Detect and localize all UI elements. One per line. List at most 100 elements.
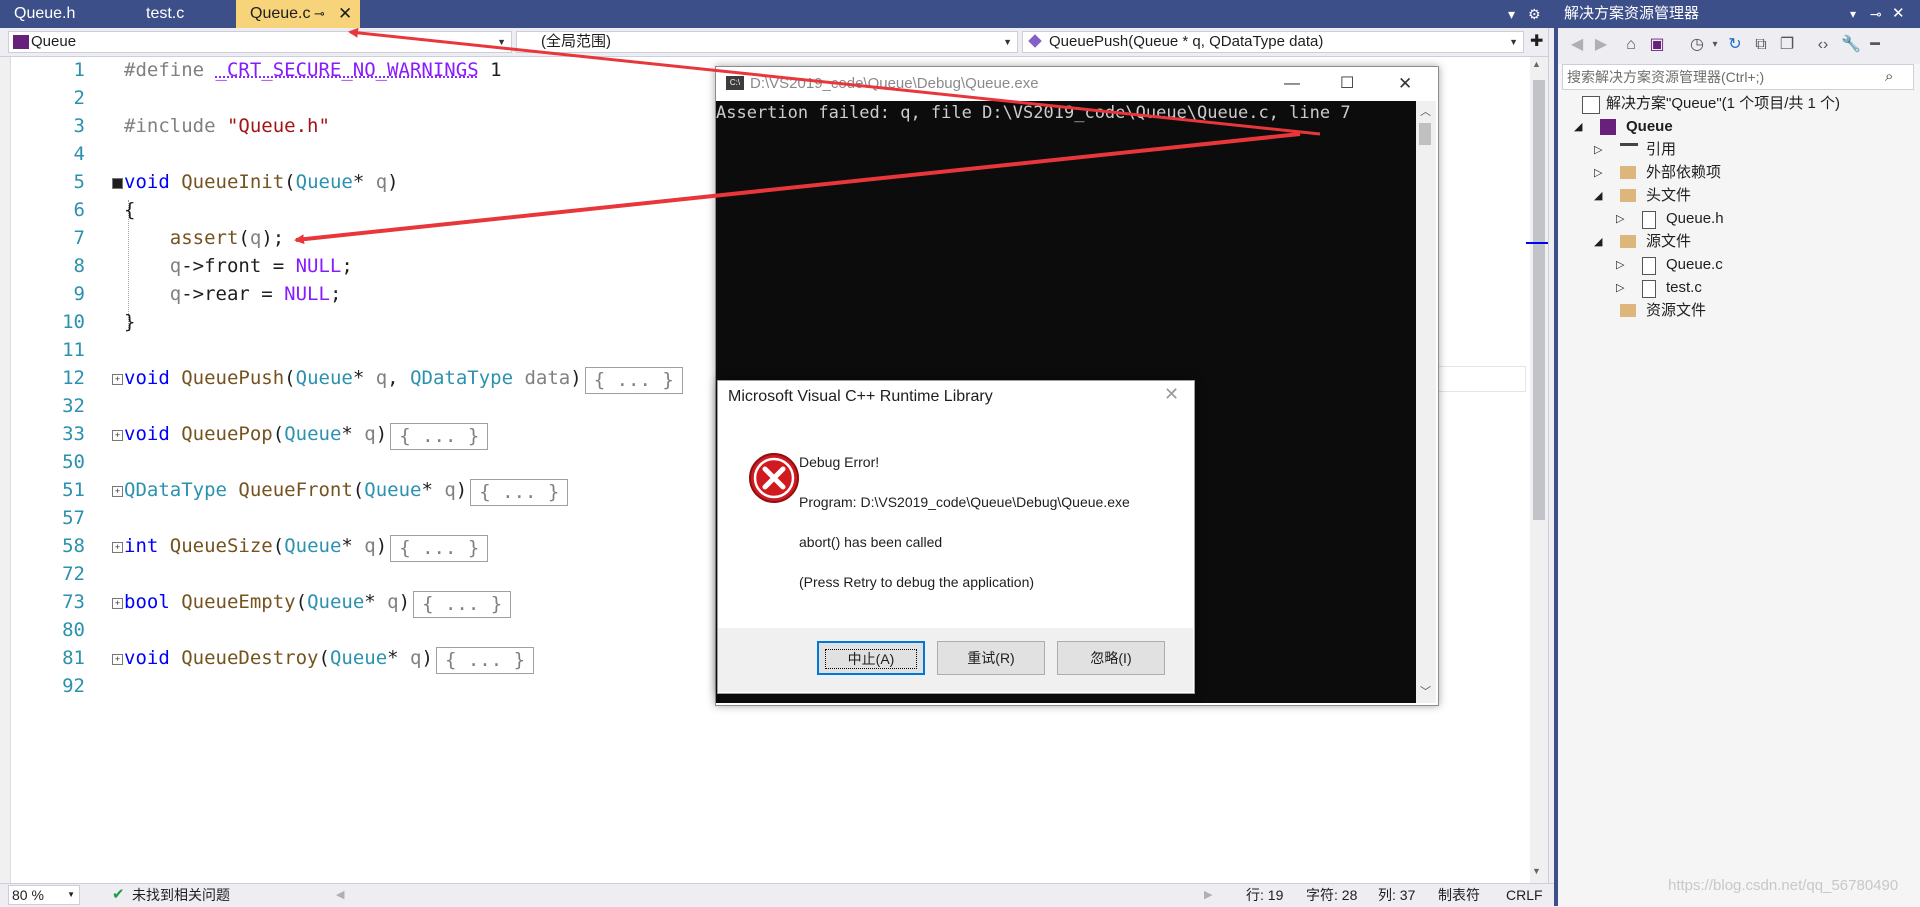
collapsed-triangle-icon[interactable]: ▷ — [1616, 208, 1624, 230]
tree-item-queue-c[interactable]: ▷ Queue.c — [1616, 254, 1723, 276]
pin-icon[interactable]: ⊸ — [1870, 0, 1882, 28]
gear-icon[interactable]: ⚙ — [1528, 0, 1541, 28]
tree-item-queue-h[interactable]: ▷ Queue.h — [1616, 208, 1724, 230]
fold-toggle[interactable]: + — [112, 654, 123, 665]
tree-item-test-c[interactable]: ▷ test.c — [1616, 277, 1702, 299]
tree-item-references[interactable]: ▷ 引用 — [1594, 139, 1676, 161]
collapsed-block[interactable]: { ... } — [390, 535, 489, 562]
project-dropdown[interactable]: Queue ▼ — [8, 31, 512, 53]
line-number: 11 — [62, 339, 85, 361]
collapsed-triangle-icon[interactable]: ▷ — [1616, 254, 1624, 276]
close-icon[interactable]: ✕ — [338, 0, 352, 28]
tree-item-header-files[interactable]: ◢ 头文件 — [1594, 185, 1691, 207]
code-line[interactable]: void QueuePush(Queue* q, QDataType data)… — [124, 367, 683, 394]
properties-icon[interactable]: 🔧 — [1840, 34, 1862, 56]
collapsed-triangle-icon[interactable]: ▷ — [1616, 277, 1624, 299]
eol-indicator[interactable]: CRLF — [1506, 884, 1543, 906]
code-line[interactable]: q->front = NULL; — [124, 255, 353, 277]
method-icon — [1028, 34, 1042, 48]
switch-views-icon[interactable]: ▣ — [1646, 34, 1668, 56]
pin-icon[interactable]: ⊸ — [314, 0, 325, 28]
expanded-triangle-icon[interactable]: ◢ — [1594, 185, 1602, 207]
maximize-icon[interactable]: ☐ — [1340, 67, 1354, 101]
collapsed-block[interactable]: { ... } — [470, 479, 569, 506]
file-c-icon — [1642, 280, 1656, 298]
tab-queue-c[interactable]: Queue.c ⊸ ✕ — [236, 0, 360, 28]
scope-dropdown[interactable]: (全局范围) ▼ — [516, 31, 1018, 53]
dropdown-icon[interactable]: ▾ — [1850, 0, 1856, 28]
code-line[interactable]: assert(q); — [124, 227, 284, 249]
code-line[interactable]: void QueueDestroy(Queue* q){ ... } — [124, 647, 535, 674]
collapsed-triangle-icon[interactable]: ▷ — [1594, 139, 1602, 161]
code-line[interactable]: #include "Queue.h" — [124, 115, 330, 137]
scroll-up-icon[interactable]: ▲ — [1532, 59, 1541, 69]
code-line[interactable]: QDataType QueueFront(Queue* q){ ... } — [124, 479, 569, 506]
back-icon[interactable]: ◀ — [1566, 34, 1588, 56]
code-line[interactable]: int QueueSize(Queue* q){ ... } — [124, 535, 489, 562]
tree-item-solution[interactable]: 解决方案"Queue"(1 个项目/共 1 个) — [1582, 93, 1840, 115]
zoom-dropdown[interactable]: 80 % ▼ — [8, 885, 80, 905]
scroll-right-icon[interactable]: ▶ — [1204, 884, 1212, 906]
code-view-icon[interactable]: ‹› — [1812, 34, 1834, 56]
code-line[interactable]: void QueuePop(Queue* q){ ... } — [124, 423, 489, 450]
tab-dropdown-icon[interactable]: ▾ — [1508, 0, 1515, 28]
scroll-down-icon[interactable]: ▼ — [1532, 866, 1541, 876]
tree-item-project[interactable]: ◢ Queue — [1574, 116, 1673, 138]
file-c-icon — [1642, 257, 1656, 275]
tree-item-external-deps[interactable]: ▷ 外部依赖项 — [1594, 162, 1721, 184]
forward-icon[interactable]: ▶ — [1590, 34, 1612, 56]
fold-toggle[interactable]: + — [112, 430, 123, 441]
solution-search-input[interactable]: 搜索解决方案资源管理器(Ctrl+;) ⌕ — [1562, 64, 1914, 90]
close-icon[interactable]: ✕ — [1398, 67, 1412, 101]
tree-item-resource-files[interactable]: 资源文件 — [1594, 300, 1706, 322]
scroll-down-icon[interactable]: ﹀ — [1420, 683, 1431, 699]
close-icon[interactable]: ✕ — [1164, 384, 1179, 405]
issues-status[interactable]: 未找到相关问题 — [132, 884, 230, 906]
split-icon[interactable]: ✚ — [1530, 31, 1543, 51]
minimize-icon[interactable]: — — [1284, 67, 1300, 101]
scroll-left-icon[interactable]: ◀ — [336, 884, 344, 906]
console-scrollbar[interactable]: ︿ ﹀ — [1416, 101, 1436, 703]
collapsed-block[interactable]: { ... } — [435, 647, 535, 674]
minus-icon[interactable]: ━ — [1864, 34, 1886, 56]
collapsed-block[interactable]: { ... } — [413, 591, 512, 618]
close-icon[interactable]: ✕ — [1892, 0, 1905, 28]
collapse-all-icon[interactable]: ⧉ — [1750, 34, 1772, 56]
code-line[interactable]: void QueueInit(Queue* q) — [124, 171, 399, 193]
scroll-up-icon[interactable]: ︿ — [1420, 103, 1431, 119]
tab-queue-h[interactable]: Queue.h — [0, 0, 132, 28]
scrollbar-thumb[interactable] — [1419, 123, 1431, 145]
collapsed-block[interactable]: { ... } — [584, 367, 683, 394]
refresh-icon[interactable]: ↻ — [1724, 34, 1746, 56]
tabs-indicator[interactable]: 制表符 — [1438, 884, 1480, 906]
fold-toggle[interactable]: + — [112, 486, 123, 497]
retry-button[interactable]: 重试(R) — [937, 641, 1045, 675]
fold-toggle[interactable]: + — [112, 374, 123, 385]
home-icon[interactable]: ⌂ — [1620, 34, 1642, 56]
tab-test-c[interactable]: test.c — [132, 0, 236, 28]
chevron-down-icon[interactable]: ▾ — [1704, 34, 1726, 56]
member-dropdown[interactable]: QueuePush(Queue * q, QDataType data) ▼ — [1022, 31, 1524, 53]
line-number: 12 — [62, 367, 85, 389]
collapsed-block[interactable]: { ... } — [390, 423, 489, 450]
line-number: 80 — [62, 619, 85, 641]
code-line[interactable]: bool QueueEmpty(Queue* q){ ... } — [124, 591, 512, 618]
search-icon[interactable]: ⌕ — [1885, 65, 1893, 89]
tree-item-label: 资源文件 — [1646, 302, 1707, 319]
tree-item-source-files[interactable]: ◢ 源文件 — [1594, 231, 1691, 253]
code-line[interactable]: } — [124, 311, 135, 333]
abort-button[interactable]: 中止(A) — [817, 641, 925, 675]
expanded-triangle-icon[interactable]: ◢ — [1574, 116, 1582, 138]
expanded-triangle-icon[interactable]: ◢ — [1594, 231, 1602, 253]
fold-toggle[interactable]: + — [112, 598, 123, 609]
code-line[interactable]: q->rear = NULL; — [124, 283, 342, 305]
scrollbar-thumb[interactable] — [1533, 80, 1545, 520]
ignore-button[interactable]: 忽略(I) — [1057, 641, 1165, 675]
caret-marker — [1526, 242, 1550, 244]
fold-toggle[interactable] — [112, 178, 123, 189]
code-line[interactable]: { — [124, 199, 135, 221]
fold-toggle[interactable]: + — [112, 542, 123, 553]
code-line[interactable]: #define _CRT_SECURE_NO_WARNINGS 1 — [124, 59, 502, 81]
show-all-files-icon[interactable]: ❐ — [1776, 34, 1798, 56]
collapsed-triangle-icon[interactable]: ▷ — [1594, 162, 1602, 184]
